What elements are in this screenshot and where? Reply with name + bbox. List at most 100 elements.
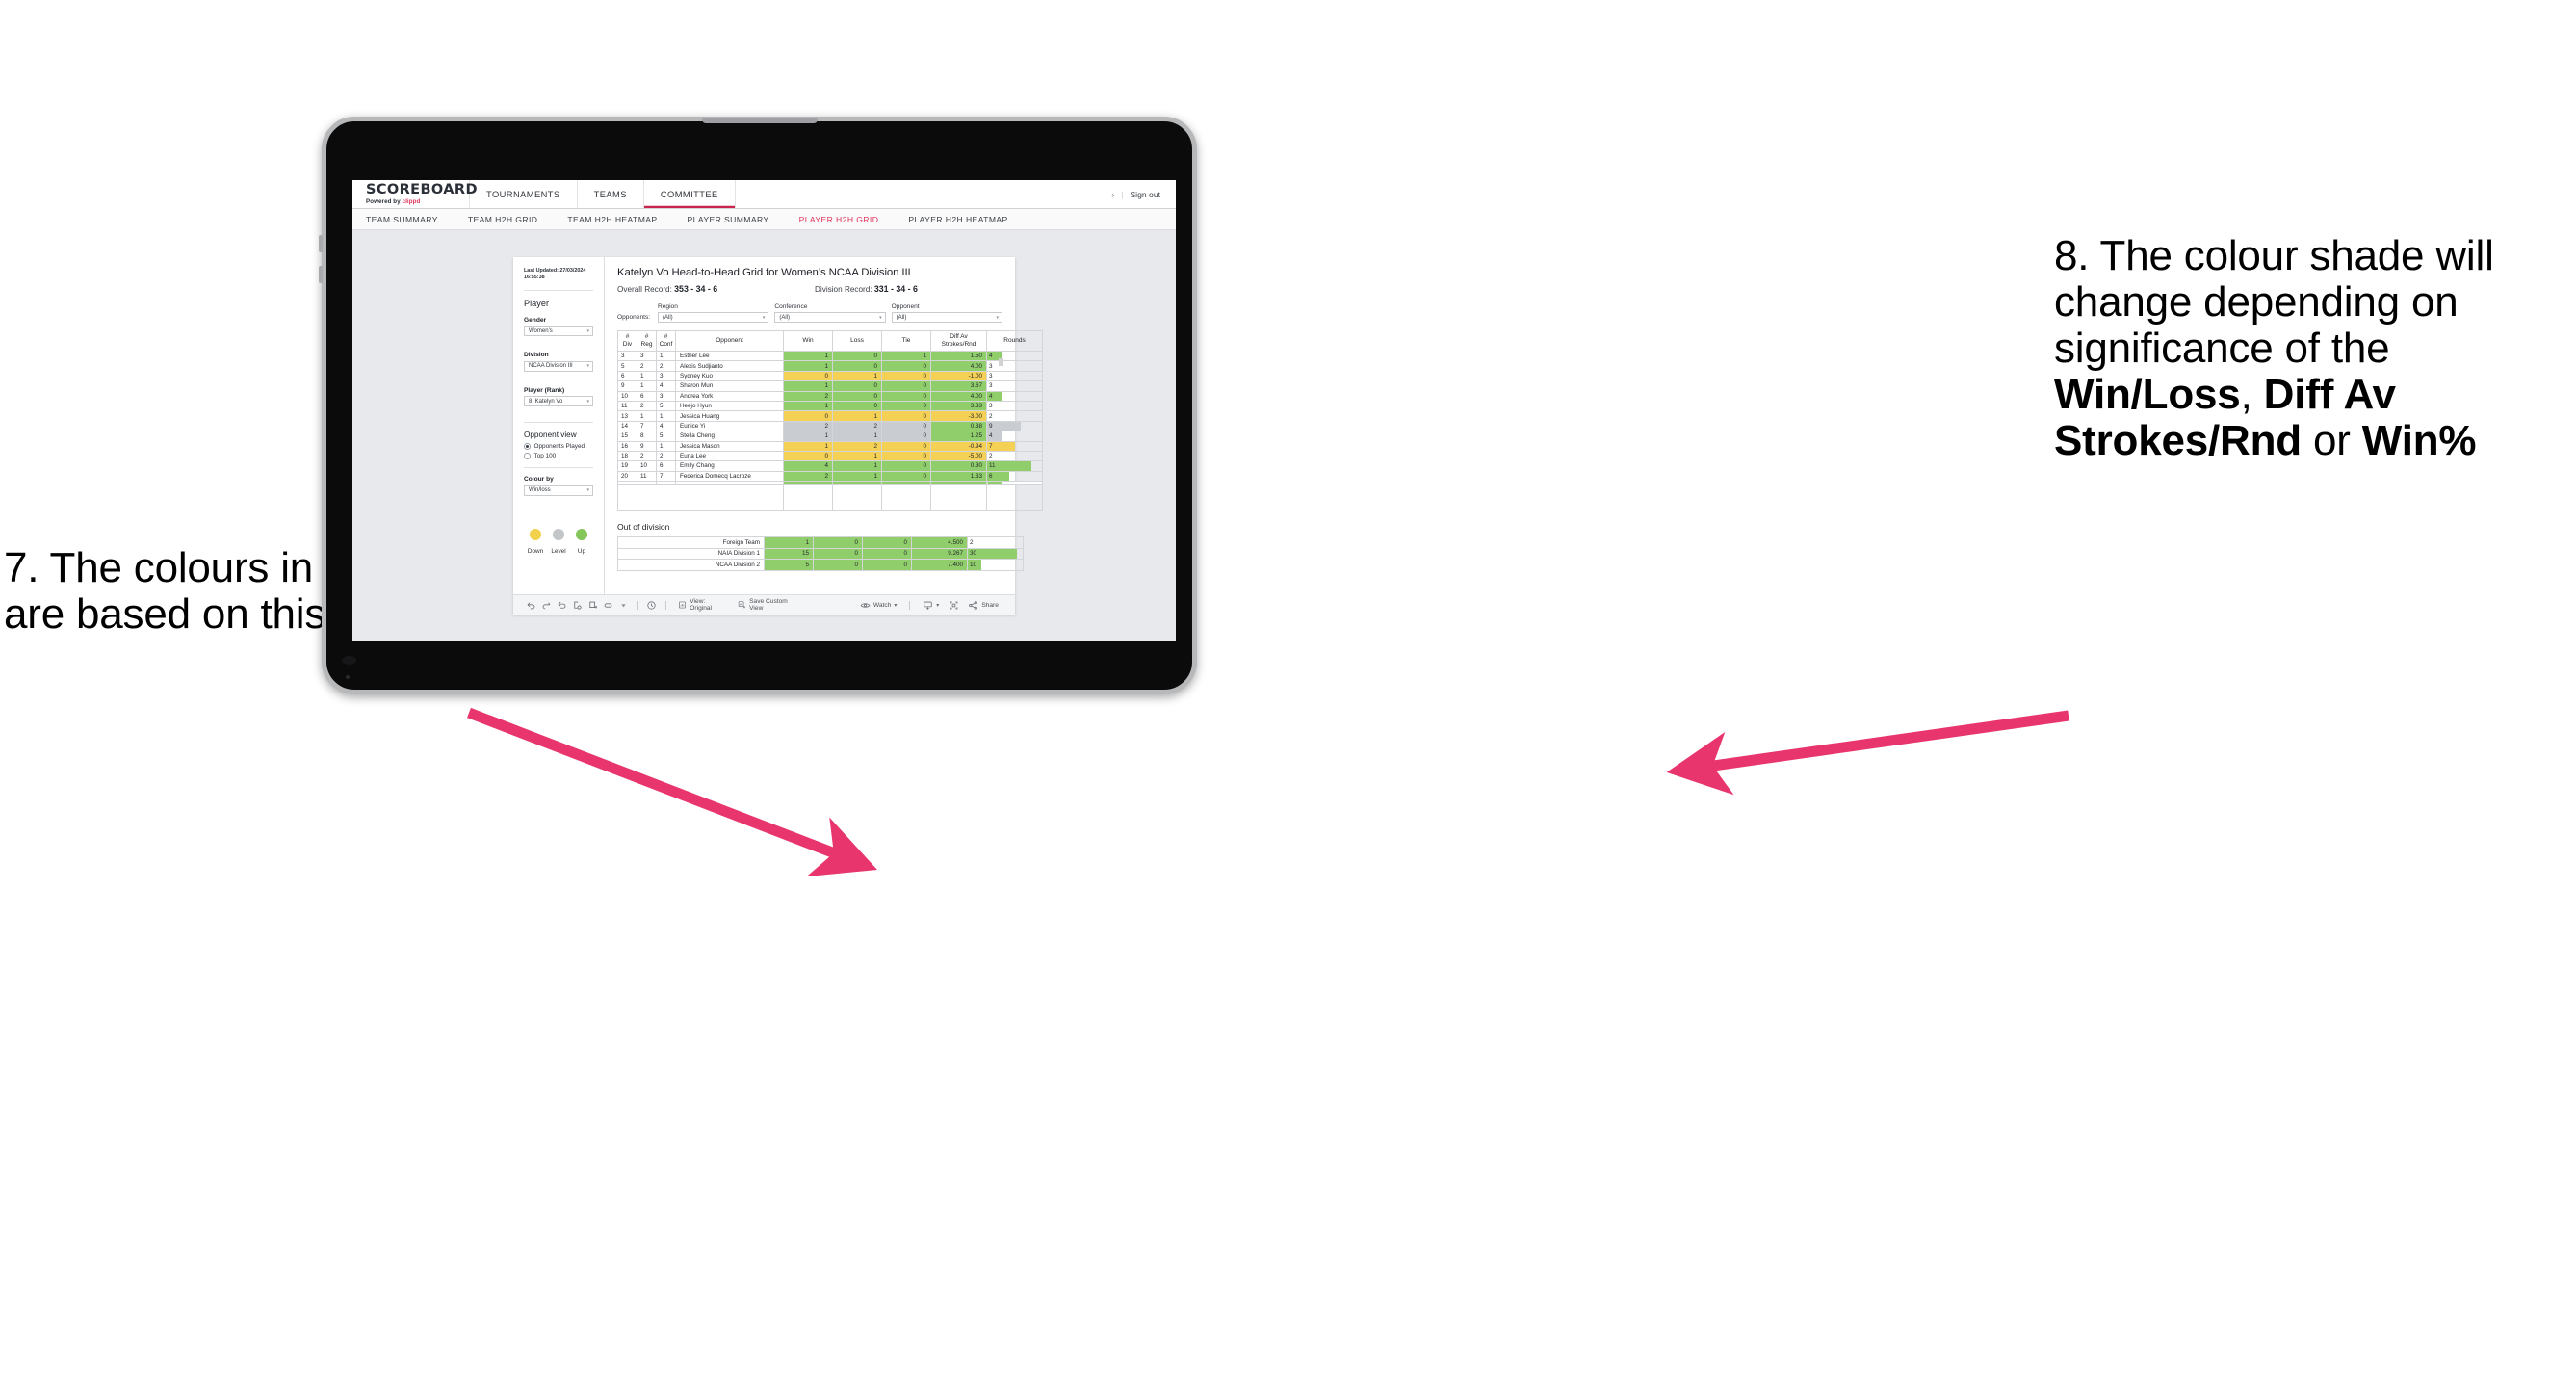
grid-col-header-7[interactable]: Diff Av Strokes/Rnd bbox=[930, 330, 987, 352]
colour-by-select[interactable]: Win/loss ▾ bbox=[524, 484, 593, 496]
table-row[interactable]: 9 1 4 Sharon Mun 1 0 0 3.67 3 bbox=[617, 380, 1043, 392]
clock-icon[interactable] bbox=[643, 596, 659, 614]
grid-cell-reg: 6 bbox=[637, 390, 657, 402]
tab-team-h2h-heatmap[interactable]: TEAM H2H HEATMAP bbox=[567, 215, 673, 224]
grid-col-header-2[interactable]: # Conf bbox=[656, 330, 676, 352]
caret-down-icon[interactable] bbox=[615, 596, 631, 614]
share-icon bbox=[969, 600, 978, 610]
fullscreen-icon[interactable] bbox=[946, 596, 961, 614]
out-of-division-title: Out of division bbox=[617, 522, 670, 533]
table-row[interactable]: Foreign Team 1 0 0 4.500 2 bbox=[617, 536, 1024, 549]
sidebar-section-player: Player bbox=[524, 298, 550, 308]
rounds-value: 2 bbox=[989, 453, 993, 460]
table-row[interactable]: 6 1 3 Sydney Kuo 0 1 0 -1.00 3 bbox=[617, 370, 1043, 382]
legend-item-up: Up bbox=[570, 528, 593, 555]
share-button[interactable]: Share bbox=[961, 600, 1005, 611]
grid-cell-reg: 11 bbox=[637, 470, 657, 483]
tab-team-h2h-grid[interactable]: TEAM H2H GRID bbox=[468, 215, 555, 224]
pill-icon[interactable] bbox=[600, 596, 615, 614]
sign-out-link[interactable]: Sign out bbox=[1130, 190, 1160, 199]
grid-cell-win: 1 bbox=[783, 431, 833, 442]
caret-down-icon: ▾ bbox=[936, 602, 940, 609]
nav-item-tournaments[interactable]: TOURNAMENTS bbox=[470, 180, 578, 208]
grid-col-header-6[interactable]: Tie bbox=[881, 330, 931, 352]
tab-team-summary[interactable]: TEAM SUMMARY bbox=[366, 215, 455, 224]
grid-cell-win: 4 bbox=[783, 460, 833, 472]
undo-icon[interactable] bbox=[523, 596, 538, 614]
table-row[interactable]: NAIA Division 1 15 0 0 9.267 30 bbox=[617, 547, 1024, 561]
grid-cell-conf: 1 bbox=[656, 440, 676, 452]
dashboard-card: Last Updated: 27/03/2024 16:55:38 Player… bbox=[513, 257, 1043, 615]
grid-col-header-5[interactable]: Loss bbox=[832, 330, 882, 352]
grid-scrollbar-thumb[interactable] bbox=[999, 358, 1003, 366]
region-select[interactable]: (All) ▾ bbox=[658, 312, 769, 323]
tablet-speaker bbox=[701, 118, 818, 123]
redo-icon[interactable] bbox=[538, 596, 554, 614]
volume-up-button[interactable] bbox=[319, 235, 323, 252]
chevron-down-icon: ▾ bbox=[586, 327, 589, 334]
dashboard-body: Last Updated: 27/03/2024 16:55:38 Player… bbox=[513, 257, 1043, 594]
download-button[interactable]: ▾ bbox=[916, 600, 946, 611]
grid-col-header-8[interactable]: Rounds bbox=[986, 330, 1043, 352]
watch-label: Watch bbox=[872, 601, 892, 609]
opponent-select[interactable]: (All) ▾ bbox=[891, 312, 1002, 323]
division-label: Division bbox=[524, 352, 549, 359]
download-icon bbox=[924, 601, 932, 610]
chevron-right-icon[interactable]: › bbox=[1111, 190, 1114, 199]
grid-cell-reg: 1 bbox=[637, 370, 657, 382]
save-custom-view-button[interactable]: Save Custom View bbox=[731, 598, 803, 612]
table-row[interactable]: NCAA Division 2 5 0 0 7.400 10 bbox=[617, 559, 1024, 571]
grid-cell-reg: 7 bbox=[637, 420, 657, 432]
tab-player-summary[interactable]: PLAYER SUMMARY bbox=[688, 215, 786, 224]
pause-data-icon[interactable] bbox=[585, 596, 600, 614]
player-value: 8. Katelyn Vo bbox=[529, 398, 563, 405]
grid-cell-reg: 1 bbox=[637, 380, 657, 392]
table-row[interactable]: 16 9 1 Jessica Mason 1 2 0 -0.94 7 bbox=[617, 440, 1043, 452]
grid-cell-div: 14 bbox=[617, 420, 637, 432]
sidebar-divider-3 bbox=[524, 467, 593, 469]
view-original-button[interactable]: View: Original bbox=[671, 598, 731, 612]
grid-col-header-0[interactable]: # Div bbox=[617, 330, 637, 352]
grid-cell-opponent: Emily Chang bbox=[675, 460, 784, 472]
grid-cell-empty bbox=[832, 484, 882, 512]
division-select[interactable]: NCAA Division III ▾ bbox=[524, 360, 593, 372]
division-field: Division NCAA Division III ▾ bbox=[524, 352, 593, 372]
table-row[interactable]: 14 7 4 Eunice Yi 2 2 0 0.38 9 bbox=[617, 420, 1043, 432]
conference-select[interactable]: (All) ▾ bbox=[774, 312, 886, 323]
radio-top-100[interactable]: Top 100 bbox=[524, 453, 593, 459]
table-row[interactable]: 13 1 1 Jessica Huang 0 1 0 -3.00 2 bbox=[617, 410, 1043, 422]
grid-col-header-1[interactable]: # Reg bbox=[637, 330, 657, 352]
table-row[interactable]: 11 2 5 Heejo Hyun 1 0 0 3.33 3 bbox=[617, 400, 1043, 412]
table-row[interactable]: 19 10 6 Emily Chang 4 1 0 0.30 11 bbox=[617, 460, 1043, 472]
table-row[interactable]: 15 8 5 Stella Cheng 1 1 0 1.25 4 bbox=[617, 431, 1043, 442]
chevron-down-icon: ▾ bbox=[586, 487, 589, 494]
grid-cell-rounds: 3 bbox=[986, 360, 1043, 372]
grid-cell-opponent: Euna Lee bbox=[675, 450, 784, 462]
revert-icon[interactable] bbox=[554, 596, 569, 614]
table-row[interactable]: 3 3 1 Esther Lee 1 0 1 1.50 4 bbox=[617, 350, 1043, 362]
grid-col-header-3[interactable]: Opponent bbox=[675, 330, 784, 352]
radio-opponents-played[interactable]: Opponents Played bbox=[524, 443, 593, 450]
volume-down-button[interactable] bbox=[319, 266, 323, 283]
table-row[interactable]: 10 6 3 Andrea York 2 0 0 4.00 4 bbox=[617, 390, 1043, 402]
grid-cell-conf: 4 bbox=[656, 420, 676, 432]
watch-button[interactable]: Watch ▾ bbox=[853, 600, 903, 611]
table-row[interactable]: 20 11 7 Federica Domecq Lacroze 2 1 0 1.33 6 bbox=[617, 470, 1043, 483]
tab-player-h2h-heatmap[interactable]: PLAYER H2H HEATMAP bbox=[908, 215, 1024, 224]
refresh-data-icon[interactable] bbox=[569, 596, 585, 614]
table-row[interactable]: 5 2 2 Alexis Sudjianto 1 0 0 4.00 3 bbox=[617, 360, 1043, 372]
ood-cell-name: Foreign Team bbox=[617, 536, 765, 549]
rounds-value: 10 bbox=[970, 562, 977, 569]
nav-item-committee[interactable]: COMMITTEE bbox=[644, 180, 736, 208]
tab-player-h2h-grid[interactable]: PLAYER H2H GRID bbox=[799, 215, 896, 224]
table-row[interactable]: 18 2 2 Euna Lee 0 1 0 -5.00 2 bbox=[617, 450, 1043, 462]
grid-col-header-4[interactable]: Win bbox=[783, 330, 833, 352]
brand-logo[interactable]: SCOREBOARD Powered by clippd bbox=[352, 180, 478, 208]
grid-cell-opponent: Eunice Yi bbox=[675, 420, 784, 432]
gender-select[interactable]: Women’s ▾ bbox=[524, 326, 593, 337]
brand-title: SCOREBOARD bbox=[366, 181, 478, 197]
player-select[interactable]: 8. Katelyn Vo ▾ bbox=[524, 396, 593, 407]
nav-item-teams[interactable]: TEAMS bbox=[578, 180, 644, 208]
h2h-grid-table[interactable]: # Div # Reg # Conf Opponent Win Loss Tie Diff Av St… bbox=[617, 330, 1043, 512]
grid-cell-conf: 3 bbox=[656, 370, 676, 382]
